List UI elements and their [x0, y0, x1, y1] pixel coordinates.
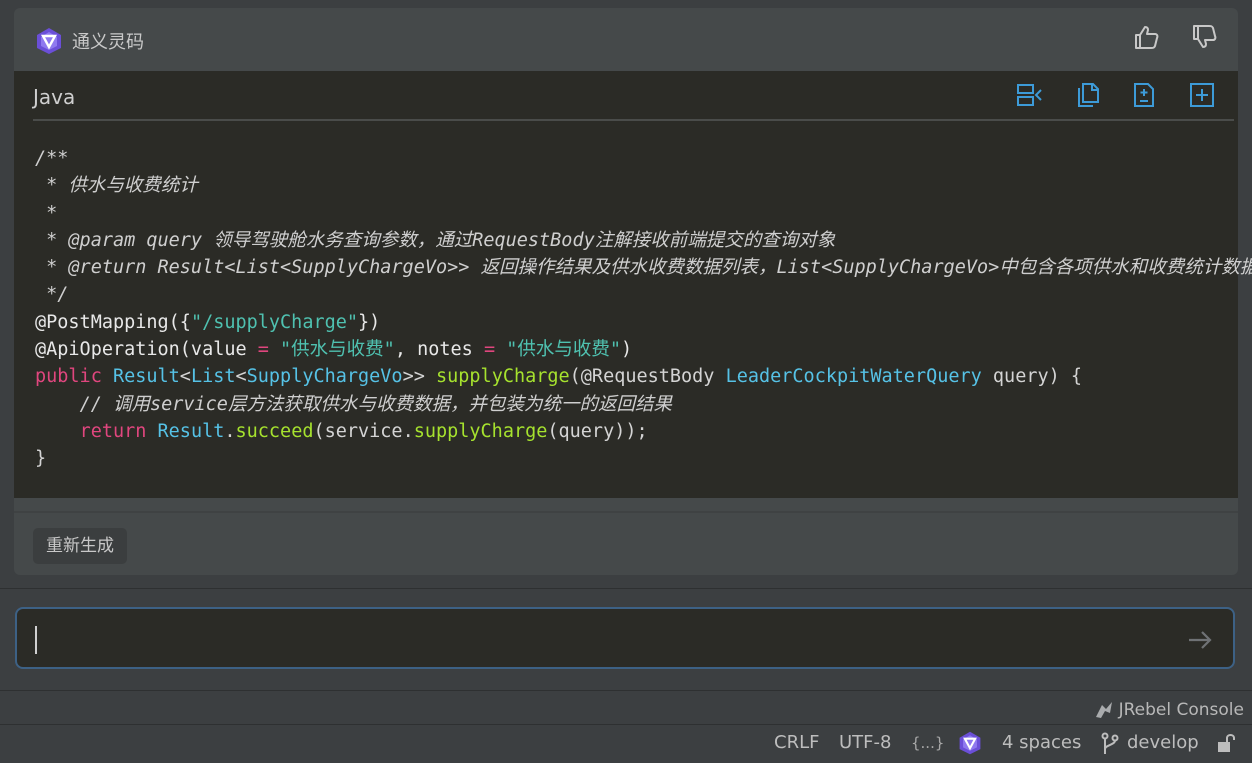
- response-header: 通义灵码: [14, 8, 1238, 70]
- line-separator[interactable]: CRLF: [774, 732, 819, 753]
- chat-response-card: 通义灵码 Java /** * 供水与收费统计 * * @param query…: [14, 8, 1252, 575]
- indent-setting[interactable]: 4 spaces: [1002, 732, 1081, 753]
- git-branch[interactable]: develop: [1127, 732, 1199, 753]
- divider: [0, 588, 1252, 589]
- unlock-icon[interactable]: [1216, 732, 1236, 754]
- send-arrow-icon[interactable]: [1187, 629, 1213, 651]
- git-branch-icon: [1101, 732, 1119, 754]
- jrebel-icon: [1095, 702, 1112, 718]
- tongyi-logo-icon: [37, 28, 61, 54]
- code-language-label: Java: [33, 85, 76, 109]
- code-style-indicator[interactable]: {...}: [911, 734, 944, 752]
- regenerate-button[interactable]: 重新生成: [33, 528, 127, 564]
- tongyi-status-icon[interactable]: [957, 730, 983, 756]
- code-divider: [33, 119, 1234, 121]
- thumbs-up-icon[interactable]: [1132, 23, 1160, 51]
- jrebel-console-button[interactable]: JRebel Console: [1093, 699, 1244, 723]
- brand-name: 通义灵码: [72, 32, 144, 53]
- code-block: Java /** * 供水与收费统计 * * @param query 领导驾驶…: [14, 71, 1252, 498]
- diff-icon[interactable]: [1129, 81, 1159, 109]
- divider: [0, 724, 1252, 725]
- thumbs-down-icon[interactable]: [1190, 23, 1218, 51]
- text-cursor: [35, 626, 37, 654]
- card-separator: [14, 511, 1238, 513]
- code-actions: [1015, 81, 1220, 109]
- new-file-icon[interactable]: [1187, 81, 1217, 109]
- insert-at-cursor-icon[interactable]: [1015, 81, 1045, 109]
- copy-icon[interactable]: [1073, 81, 1103, 109]
- status-bar: CRLF UTF-8 {...} 4 spaces develop: [0, 726, 1252, 763]
- code-content: /** * 供水与收费统计 * * @param query 领导驾驶舱水务查询…: [35, 148, 1252, 470]
- divider: [0, 690, 1252, 691]
- file-encoding[interactable]: UTF-8: [839, 732, 891, 753]
- jrebel-console-label: JRebel Console: [1118, 700, 1244, 720]
- chat-input[interactable]: [15, 607, 1235, 669]
